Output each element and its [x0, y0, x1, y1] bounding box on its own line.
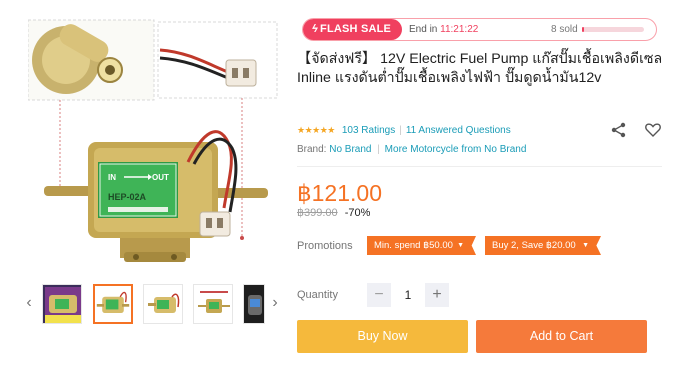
original-price-row: ฿399.00 -70%	[297, 207, 370, 220]
discount-badge: -70%	[344, 207, 371, 219]
thumbnail-4[interactable]	[193, 284, 233, 324]
thumbnail-prev-arrow-icon[interactable]: ‹	[22, 294, 36, 312]
thumbnail-next-arrow-icon[interactable]: ›	[268, 294, 282, 312]
promotion-tag-text: Buy 2, Save ฿20.00	[492, 240, 576, 251]
heart-icon[interactable]	[644, 121, 662, 139]
promotion-tag-buy-2[interactable]: Buy 2, Save ฿20.00 ▼	[485, 236, 601, 255]
more-from-brand-link[interactable]: More Motorcycle from No Brand	[385, 144, 527, 155]
main-product-image[interactable]: IN OUT HEP-02A	[28, 12, 284, 270]
thumbnail-2[interactable]	[93, 284, 133, 324]
chevron-down-icon: ▼	[457, 242, 464, 249]
separator: |	[377, 144, 380, 155]
product-gallery: IN OUT HEP-02A ‹ ›	[0, 0, 285, 391]
quantity-input[interactable]: 1	[396, 287, 420, 303]
flash-sale-countdown: End in 11:21:22	[409, 24, 478, 35]
brand-row: Brand: No Brand | More Motorcycle from N…	[297, 143, 526, 156]
thumbnail-1[interactable]	[42, 284, 82, 324]
promotion-tag-min-spend[interactable]: Min. spend ฿50.00 ▼	[367, 236, 476, 255]
promotion-tag-text: Min. spend ฿50.00	[374, 240, 453, 251]
rating-row: ★★★★★ 103 Ratings | 11 Answered Question…	[297, 124, 511, 137]
product-title: 【จัดส่งฟรี】 12V Electric Fuel Pump แก๊สป…	[297, 51, 663, 86]
add-to-cart-button[interactable]: Add to Cart	[476, 320, 647, 353]
sold-progress-bar	[582, 27, 644, 32]
buy-now-button[interactable]: Buy Now	[297, 320, 468, 353]
sold-progress-fill	[582, 27, 584, 32]
divider	[297, 166, 662, 167]
flash-sale-tag: ϟ FLASH SALE	[303, 19, 402, 40]
price: ฿121.00	[297, 180, 382, 206]
chevron-down-icon: ▼	[582, 242, 589, 249]
star-rating-icon: ★★★★★	[297, 125, 335, 135]
thumbnail-5[interactable]	[243, 284, 265, 324]
quantity-increase-button[interactable]: +	[425, 283, 449, 307]
inset-nozzle	[28, 19, 155, 101]
brand-label: Brand:	[297, 144, 327, 155]
countdown-timer: 11:21:22	[440, 24, 479, 35]
end-in-label: End in	[409, 24, 438, 35]
flash-sale-label: FLASH SALE	[320, 23, 392, 35]
original-price: ฿399.00	[297, 207, 338, 219]
pump-label-out: OUT	[152, 173, 169, 182]
sold-count: 8 sold	[551, 24, 578, 35]
separator: |	[399, 125, 402, 136]
bolt-icon: ϟ	[312, 23, 319, 35]
inset-connector	[157, 21, 278, 99]
share-icon[interactable]	[610, 121, 628, 139]
ratings-link[interactable]: 103 Ratings	[342, 124, 395, 137]
promotions-label: Promotions	[297, 240, 353, 252]
pump-label-in: IN	[108, 173, 116, 182]
thumbnail-strip: ‹ ›	[22, 282, 284, 328]
quantity-label: Quantity	[297, 289, 338, 301]
thumbnail-3[interactable]	[143, 284, 183, 324]
brand-link[interactable]: No Brand	[329, 144, 371, 155]
questions-link[interactable]: 11 Answered Questions	[406, 124, 511, 137]
quantity-decrease-button[interactable]: −	[367, 283, 391, 307]
pump-model-text: HEP-02A	[108, 192, 147, 202]
